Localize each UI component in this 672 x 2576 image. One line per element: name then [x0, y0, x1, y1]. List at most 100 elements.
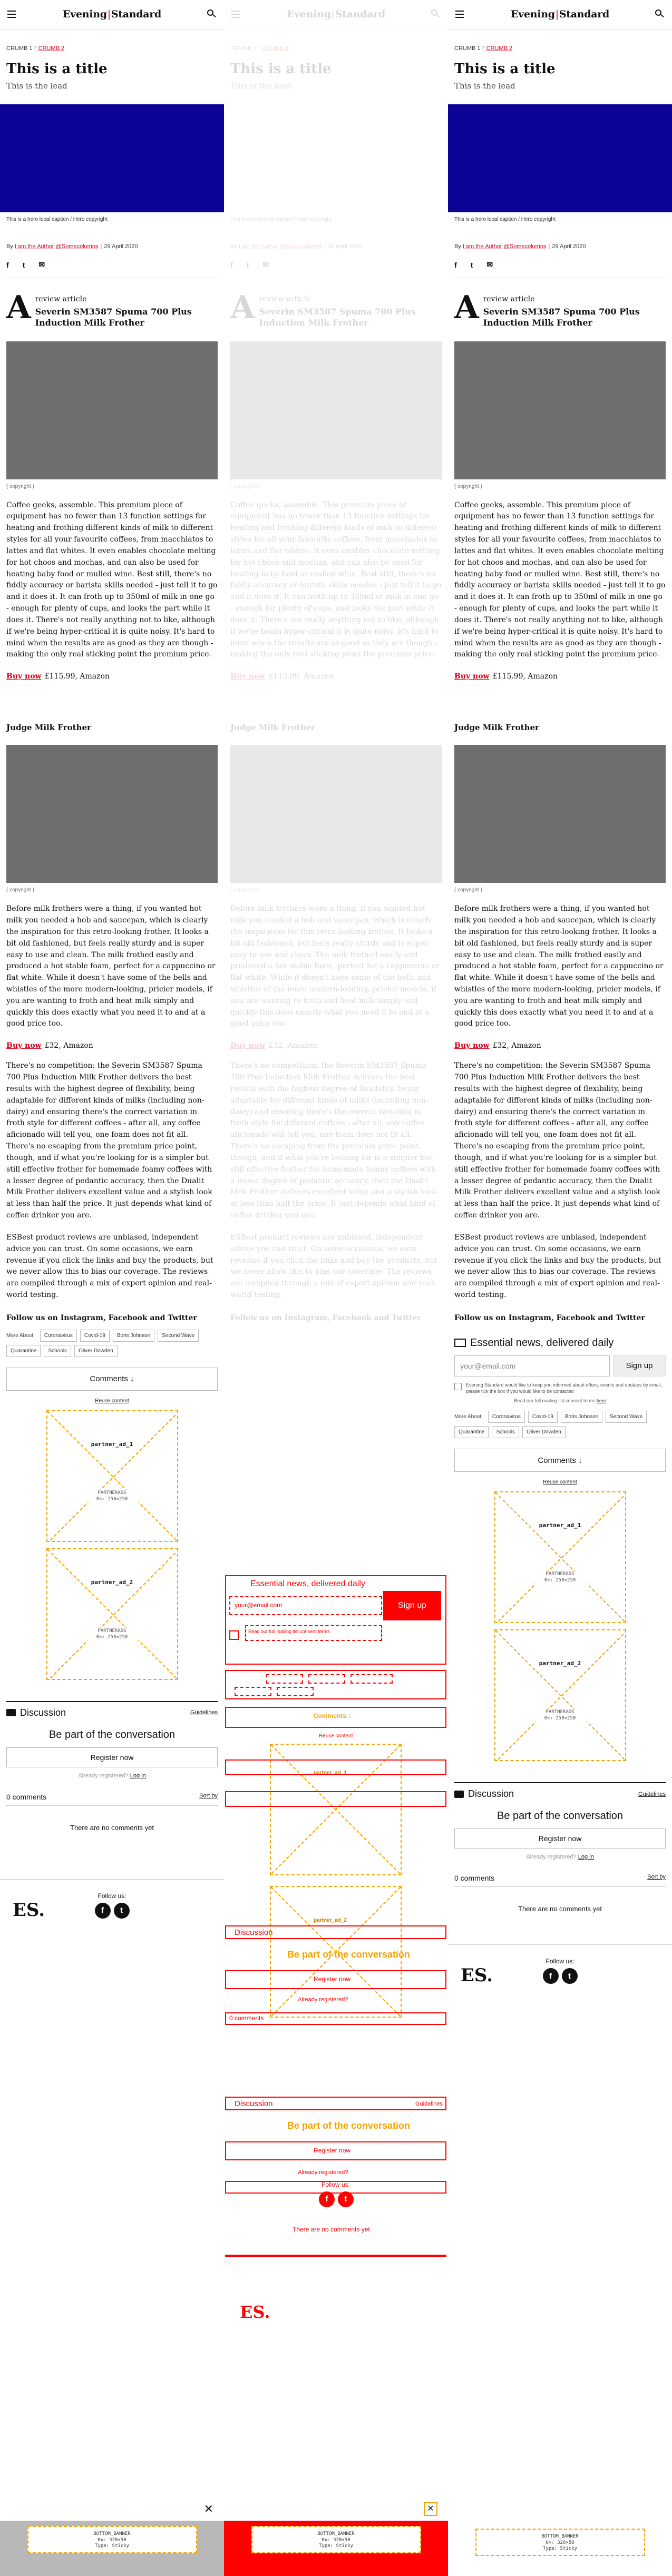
author-link[interactable]: I am the Author: [463, 243, 502, 250]
tag[interactable]: Quarantine: [454, 1426, 489, 1439]
debug-email-input: [229, 1596, 382, 1615]
twitter-icon[interactable]: t: [23, 261, 25, 269]
bottom-banner-ad[interactable]: BOTTOM_BANNER 0×: 320×50 Type: Sticky: [251, 2526, 421, 2553]
reuse-content-link[interactable]: Reuse content: [454, 1479, 666, 1485]
tag[interactable]: Covid-19: [528, 1411, 558, 1423]
breadcrumb-item[interactable]: CRUMB 2: [486, 45, 513, 52]
footer-follow: Follow us: ft: [94, 1892, 130, 1919]
tag[interactable]: Covid-19: [80, 1329, 110, 1342]
search-icon[interactable]: [655, 9, 665, 19]
menu-icon[interactable]: [7, 11, 16, 18]
site-logo[interactable]: Evening|Standard: [287, 8, 385, 20]
article-paragraph: There's no competition: the Severin SM35…: [230, 1061, 436, 1220]
login-link[interactable]: Log in: [130, 1773, 146, 1779]
partner-ad[interactable]: partner_ad_2 PARTNERADS 0×: 250×250: [494, 1629, 626, 1762]
debug-footer-follow: Follow us:: [322, 2181, 350, 2188]
comment-count-row: 0 comments Sort by: [454, 1874, 666, 1887]
debug-row: [225, 1759, 446, 1775]
envelope-icon: [454, 1339, 466, 1348]
facebook-icon[interactable]: f: [6, 261, 9, 269]
tag[interactable]: Coronavirus: [488, 1411, 525, 1423]
author-handle[interactable]: @Somecolumns: [504, 243, 547, 250]
email-icon[interactable]: ✉: [486, 260, 493, 269]
twitter-icon[interactable]: t: [561, 1968, 578, 1984]
reuse-content-link[interactable]: Reuse content: [6, 1398, 218, 1404]
privacy-link[interactable]: here: [597, 1398, 606, 1403]
partner-ad[interactable]: partner_ad_1 PARTNERADS 0×: 250×250: [494, 1491, 626, 1624]
article-paragraph: Before milk frothers were a thing, if yo…: [454, 904, 664, 1028]
hero-image: [224, 104, 448, 212]
sort-by-link[interactable]: Sort by: [647, 1874, 666, 1882]
twitter-icon[interactable]: t: [471, 261, 473, 269]
tag[interactable]: Boris Johnson: [560, 1411, 603, 1423]
buy-now-link[interactable]: Buy now: [6, 672, 42, 681]
already-registered: Already registered? Log in: [526, 1854, 594, 1861]
tag[interactable]: Second Wave: [158, 1329, 199, 1342]
guidelines-link[interactable]: Guidelines: [190, 1709, 218, 1716]
tag[interactable]: Second Wave: [606, 1411, 647, 1423]
breadcrumb-item[interactable]: CRUMB 2: [38, 45, 65, 52]
buy-now-link[interactable]: Buy now: [454, 672, 490, 681]
email-icon[interactable]: ✉: [38, 260, 45, 269]
breadcrumb-item[interactable]: CRUMB 1: [6, 45, 33, 52]
tag[interactable]: Coronavirus: [40, 1329, 77, 1342]
byline: By I am the Author @Somecolumns | 29 April…: [454, 243, 586, 250]
site-logo[interactable]: Evening|Standard: [63, 8, 161, 20]
partner-ad[interactable]: partner_ad_2 PARTNERADS 0×: 250×250: [46, 1548, 178, 1680]
email-field[interactable]: your@email.com: [454, 1355, 610, 1377]
register-button[interactable]: Register now: [6, 1747, 218, 1767]
author-link[interactable]: I am the Author: [15, 243, 54, 250]
register-button[interactable]: Register now: [454, 1828, 666, 1849]
bottom-banner-ad[interactable]: BOTTOM_BANNER 0×: 320×50 Type: Sticky: [27, 2526, 197, 2553]
author-handle[interactable]: @Somecolumns: [56, 243, 99, 250]
breadcrumb-item[interactable]: CRUMB 1: [454, 45, 481, 52]
facebook-icon[interactable]: f: [454, 261, 457, 269]
consent-checkbox[interactable]: [454, 1382, 462, 1390]
comments-button[interactable]: Comments ↓: [6, 1367, 218, 1391]
buy-now-link[interactable]: Buy now: [230, 672, 266, 681]
tag[interactable]: Boris Johnson: [112, 1329, 155, 1342]
debug-empty: There are no comments yet: [293, 2226, 370, 2233]
close-icon[interactable]: ✕: [424, 2502, 437, 2516]
tag[interactable]: Oliver Dowden: [522, 1426, 566, 1439]
breadcrumb: CRUMB 1/CRUMB 2: [6, 45, 65, 52]
comments-button[interactable]: Comments ↓: [454, 1449, 666, 1472]
search-icon[interactable]: [431, 9, 441, 19]
twitter-icon[interactable]: t: [113, 1902, 130, 1919]
tag[interactable]: Quarantine: [6, 1344, 41, 1357]
discussion-tagline: Be part of the conversation: [48, 1728, 176, 1741]
debug-tagline: Be part of the conversation: [287, 1949, 411, 1960]
buy-now-link[interactable]: Buy now: [230, 1041, 266, 1050]
tag[interactable]: Schools: [492, 1426, 520, 1439]
sticky-bottom-ad: BOTTOM_BANNER 0×: 320×50 Type: Sticky: [448, 2508, 672, 2576]
bottom-banner-ad[interactable]: BOTTOM_BANNER 0×: 320×50 Type: Sticky: [475, 2529, 645, 2556]
tag[interactable]: Oliver Dowden: [74, 1344, 118, 1357]
email-icon[interactable]: ✉: [262, 260, 269, 269]
tag[interactable]: Schools: [44, 1344, 72, 1357]
partner-ad[interactable]: partner_ad_1 PARTNERADS 0×: 250×250: [46, 1410, 178, 1542]
buy-now-link[interactable]: Buy now: [454, 1041, 490, 1050]
guidelines-link[interactable]: Guidelines: [638, 1791, 666, 1797]
signup-button[interactable]: Sign up: [613, 1355, 666, 1377]
close-icon[interactable]: ✕: [204, 2502, 213, 2516]
login-link[interactable]: Log in: [578, 1854, 594, 1860]
site-logo[interactable]: Evening|Standard: [511, 8, 609, 20]
facebook-icon[interactable]: f: [94, 1902, 111, 1919]
debug-register-label: Register now: [314, 2147, 351, 2154]
discussion-header: Discussion Guidelines: [6, 1700, 218, 1718]
buy-now-link[interactable]: Buy now: [6, 1041, 42, 1050]
product-image: [230, 745, 442, 883]
facebook-icon[interactable]: f: [542, 1968, 559, 1984]
menu-icon[interactable]: [455, 11, 464, 18]
debug-box-newsletter: [225, 1575, 446, 1665]
empty-comments: There are no comments yet: [70, 1823, 154, 1832]
search-icon[interactable]: [207, 9, 217, 19]
facebook-icon[interactable]: f: [230, 261, 233, 269]
debug-signup-button[interactable]: Sign up: [383, 1591, 441, 1620]
sort-by-link[interactable]: Sort by: [199, 1793, 218, 1801]
twitter-icon[interactable]: t: [247, 261, 249, 269]
menu-icon[interactable]: [231, 11, 240, 18]
footer-logo[interactable]: ES.: [461, 1965, 493, 1986]
page-variant-debug-overlay: Evening|Standard CRUMB 1/CRUMB 2 This is…: [224, 0, 448, 2576]
footer-logo[interactable]: ES.: [13, 1900, 45, 1921]
